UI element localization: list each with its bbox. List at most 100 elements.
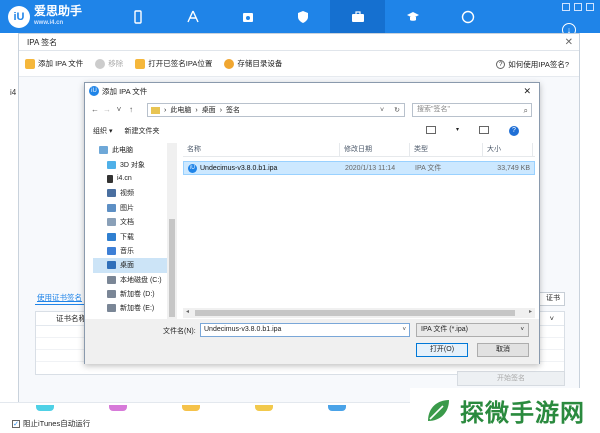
nav-item-3d-objects[interactable]: 3D 对象 (93, 157, 174, 171)
top-nav (110, 0, 495, 33)
how-to-link[interactable]: ? 如何使用IPA签名? (496, 59, 569, 70)
sign-dialog-close-icon[interactable]: ✕ (565, 34, 573, 51)
add-file-icon (25, 58, 35, 69)
nav-scrollbar-thumb[interactable] (169, 219, 175, 317)
nav-item-documents[interactable]: 文档 (93, 215, 174, 229)
download-icon (107, 232, 116, 241)
remove-icon (95, 58, 106, 69)
app-dock (36, 405, 346, 411)
checkbox-icon: ✓ (12, 419, 20, 428)
open-button[interactable]: 打开(O) (416, 343, 468, 357)
file-list-header: 名称 修改日期 类型 大小 (183, 142, 535, 157)
file-dialog-title: 添加 IPA 文件 (102, 86, 148, 96)
folder-icon (135, 58, 146, 69)
app-tile[interactable] (328, 405, 346, 411)
nav-item-desktop[interactable]: 桌面 (93, 258, 174, 273)
column-name[interactable]: 名称 (183, 142, 340, 157)
refresh-icon[interactable]: ↻ (394, 106, 400, 114)
nav-item-i4[interactable]: i4.cn (93, 172, 174, 186)
recent-dropdown-icon[interactable]: ˅ (113, 105, 125, 114)
chevron-down-icon[interactable]: ˅ (402, 324, 406, 336)
preview-pane-icon[interactable] (479, 126, 489, 134)
column-date[interactable]: 修改日期 (340, 142, 410, 157)
new-folder-button[interactable]: 新建文件夹 (124, 126, 159, 136)
storage-device-button[interactable]: 存储目录设备 (224, 58, 282, 69)
filetype-select[interactable]: IPA 文件 (*.ipa) ˅ (416, 323, 529, 337)
nav-compass-icon[interactable] (440, 0, 495, 33)
breadcrumb-item[interactable]: 桌面 (202, 105, 216, 115)
cert-name-header: 证书名称 (56, 314, 86, 323)
picture-icon (107, 203, 116, 212)
file-size: 33,749 KB (497, 164, 530, 172)
document-icon (107, 218, 116, 227)
cancel-button[interactable]: 取消 (477, 343, 529, 357)
file-date: 2020/1/13 11:14 (345, 164, 396, 172)
up-arrow-icon[interactable]: ↑ (125, 105, 137, 114)
nav-phone-icon[interactable] (110, 0, 165, 33)
address-dropdown-icon[interactable]: ˅ (380, 107, 384, 114)
cert-table-scroll-arrow[interactable]: ˅ (550, 312, 554, 325)
watermark: 探微手游网 (410, 388, 600, 433)
cert-sign-tab[interactable]: 使用证书签名 (37, 292, 82, 303)
column-type[interactable]: 类型 (410, 142, 483, 157)
itunes-auto-run-checkbox[interactable]: ✓ 阻止iTunes自动运行 (12, 418, 90, 429)
breadcrumb-item[interactable]: 此电脑 (170, 105, 191, 115)
nav-item-videos[interactable]: 视频 (93, 186, 174, 200)
view-options-icon[interactable] (425, 126, 436, 134)
file-name: Undecimus-v3.8.0.b1.ipa (200, 164, 278, 172)
back-arrow-icon[interactable]: ← (89, 105, 101, 114)
remove-button[interactable]: 移除 (95, 58, 123, 69)
file-dialog-footer: 文件名(N): Undecimus-v3.8.0.b1.ipa ˅ IPA 文件… (85, 319, 539, 364)
nav-graduation-icon[interactable] (385, 0, 440, 33)
column-size[interactable]: 大小 (483, 142, 533, 157)
nav-item-drive-d[interactable]: 新加卷 (D:) (93, 287, 174, 301)
search-input[interactable]: 搜索"签名" ⌕ (412, 103, 532, 117)
nav-item-pictures[interactable]: 图片 (93, 201, 174, 215)
logo-url: www.i4.cn (34, 20, 64, 26)
nav-item-drive-c[interactable]: 本地磁盘 (C:) (93, 273, 174, 287)
nav-item-downloads[interactable]: 下载 (93, 229, 174, 243)
address-bar[interactable]: › 此电脑 › 桌面 › 签名 (147, 103, 405, 117)
folder-icon (151, 106, 160, 114)
music-icon (107, 246, 116, 255)
forward-arrow-icon[interactable]: → (101, 105, 113, 114)
window-minimize-icon[interactable] (574, 3, 582, 11)
search-icon: ⌕ (523, 106, 528, 115)
app-top-bar: iU 爱思助手 www.i4.cn ↓ (0, 0, 600, 37)
nav-toolbox-icon[interactable] (330, 0, 385, 33)
file-row[interactable]: iU Undecimus-v3.8.0.b1.ipa 2020/1/13 11:… (183, 161, 535, 175)
horizontal-scrollbar[interactable]: ◂ ▸ (183, 308, 535, 318)
nav-item-music[interactable]: 音乐 (93, 244, 174, 258)
organize-menu[interactable]: 组织 ▾ (93, 126, 112, 136)
app-tile[interactable] (109, 405, 127, 411)
nav-item-this-pc[interactable]: 此电脑 (93, 143, 174, 157)
file-dialog-close-icon[interactable]: ✕ (523, 86, 531, 97)
nav-item-drive-e[interactable]: 新加卷 (E:) (93, 301, 174, 315)
desktop-icon (107, 261, 116, 270)
start-sign-button[interactable]: 开始签名 (457, 371, 565, 386)
view-dropdown-icon[interactable]: ▾ (456, 126, 459, 136)
help-icon[interactable]: ? (509, 126, 519, 136)
app-tile[interactable] (255, 405, 273, 411)
nav-shield-icon[interactable] (275, 0, 330, 33)
breadcrumb-item[interactable]: 签名 (226, 105, 240, 115)
filename-input[interactable]: Undecimus-v3.8.0.b1.ipa ˅ (200, 323, 410, 337)
cube-icon (107, 160, 116, 169)
logo-badge: iU (8, 6, 30, 28)
nav-appstore-icon[interactable] (165, 0, 220, 33)
window-close-icon[interactable] (586, 3, 594, 11)
scroll-right-icon[interactable]: ▸ (529, 308, 532, 315)
sign-toolbar: 添加 IPA 文件 移除 打开已签名IPA位置 存储目录设备 ? 如何使用IPA… (19, 51, 579, 77)
filename-label: 文件名(N): (163, 328, 196, 335)
ipa-file-icon: iU (188, 163, 197, 173)
app-tile[interactable] (36, 405, 54, 411)
app-tile[interactable] (182, 405, 200, 411)
file-type: IPA 文件 (415, 165, 442, 172)
nav-music-icon[interactable] (220, 0, 275, 33)
file-open-dialog: iU 添加 IPA 文件 ✕ ← → ˅ ↑ › 此电脑 › 桌面 › 签名 ˅… (84, 82, 540, 364)
add-ipa-button[interactable]: 添加 IPA 文件 (25, 58, 83, 69)
open-signed-location-button[interactable]: 打开已签名IPA位置 (135, 58, 212, 69)
horizontal-scrollbar-thumb[interactable] (195, 310, 515, 316)
window-menu-icon[interactable] (562, 3, 570, 11)
scroll-left-icon[interactable]: ◂ (186, 308, 189, 315)
